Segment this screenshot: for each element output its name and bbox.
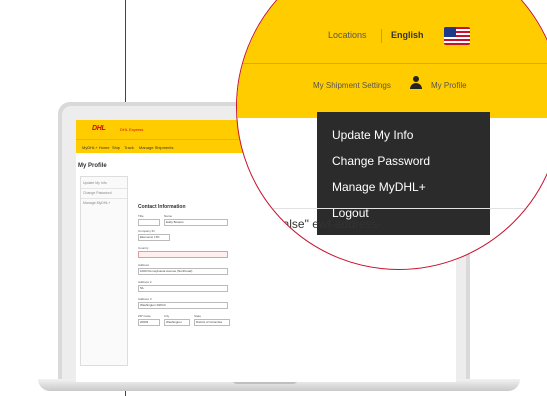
city-input[interactable]: Washington bbox=[164, 319, 190, 326]
header-divider bbox=[381, 29, 382, 43]
profile-sidebar: Update My Info Change Password Manage My… bbox=[80, 176, 128, 366]
address2-label: Address 2 bbox=[138, 280, 152, 284]
name-input[interactable]: Eddy Bowers bbox=[164, 219, 228, 226]
country-select[interactable] bbox=[138, 251, 228, 258]
nav-ship[interactable]: Ship bbox=[112, 145, 120, 150]
sidebar-divider bbox=[81, 198, 127, 199]
name-label: Name bbox=[164, 214, 173, 218]
state-select[interactable]: District of Columbia bbox=[194, 319, 230, 326]
menu-item-update-info[interactable]: Update My Info bbox=[332, 128, 413, 142]
company-label: Company ID bbox=[138, 229, 155, 233]
sidebar-item-change-password[interactable]: Change Password bbox=[83, 191, 112, 195]
section-title: Contact Information bbox=[138, 204, 186, 210]
sidebar-item-manage[interactable]: Manage MyDHL+ bbox=[83, 201, 110, 205]
sidebar-divider bbox=[81, 188, 127, 189]
address3-label: Address 3 bbox=[138, 297, 152, 301]
state-label: State bbox=[194, 314, 202, 318]
my-profile-link[interactable]: My Profile bbox=[431, 81, 467, 90]
zip-label: ZIP Code bbox=[138, 314, 151, 318]
user-icon[interactable] bbox=[409, 76, 423, 90]
user-icon-head bbox=[413, 76, 419, 82]
address-input[interactable]: 1000 Pennsylvania Avenue (Northroad) bbox=[138, 268, 228, 275]
address2-input[interactable]: 5A bbox=[138, 285, 228, 292]
dhl-logo[interactable]: DHL bbox=[92, 125, 106, 132]
us-flag-icon[interactable] bbox=[444, 27, 470, 45]
country-label: Country bbox=[138, 246, 149, 250]
city-label: City bbox=[164, 314, 170, 318]
brand-text: DHL Express bbox=[120, 127, 144, 132]
zip-input[interactable]: 20004 bbox=[138, 319, 160, 326]
language-selector[interactable]: English bbox=[391, 30, 424, 40]
nav-home[interactable]: MyDHL+ Home bbox=[82, 145, 109, 150]
sidebar-item-update-info[interactable]: Update My Info bbox=[83, 181, 107, 185]
magnifier-circle: Locations English My Shipment Settings M… bbox=[236, 0, 547, 270]
title-select[interactable] bbox=[138, 219, 160, 226]
page-title: My Profile bbox=[78, 163, 107, 169]
company-input[interactable]: Ekonomic LTD bbox=[138, 234, 170, 241]
user-icon-body bbox=[410, 83, 422, 89]
nav-manage-shipments[interactable]: Manage Shipments bbox=[139, 145, 173, 150]
magnified-field-border bbox=[271, 208, 547, 209]
code-fragment: "false" ewf-address- bbox=[275, 217, 382, 231]
menu-item-manage-mydhl[interactable]: Manage MyDHL+ bbox=[332, 180, 426, 194]
magnified-subnav bbox=[237, 64, 547, 118]
address3-input[interactable]: Washington DWCC bbox=[138, 302, 228, 309]
nav-track[interactable]: Track bbox=[124, 145, 134, 150]
address-label: Address bbox=[138, 263, 150, 267]
menu-item-change-password[interactable]: Change Password bbox=[332, 154, 430, 168]
locations-link[interactable]: Locations bbox=[328, 30, 367, 40]
title-label: Title bbox=[138, 214, 144, 218]
flag-canton bbox=[444, 27, 456, 37]
shipment-settings-link[interactable]: My Shipment Settings bbox=[313, 81, 391, 90]
